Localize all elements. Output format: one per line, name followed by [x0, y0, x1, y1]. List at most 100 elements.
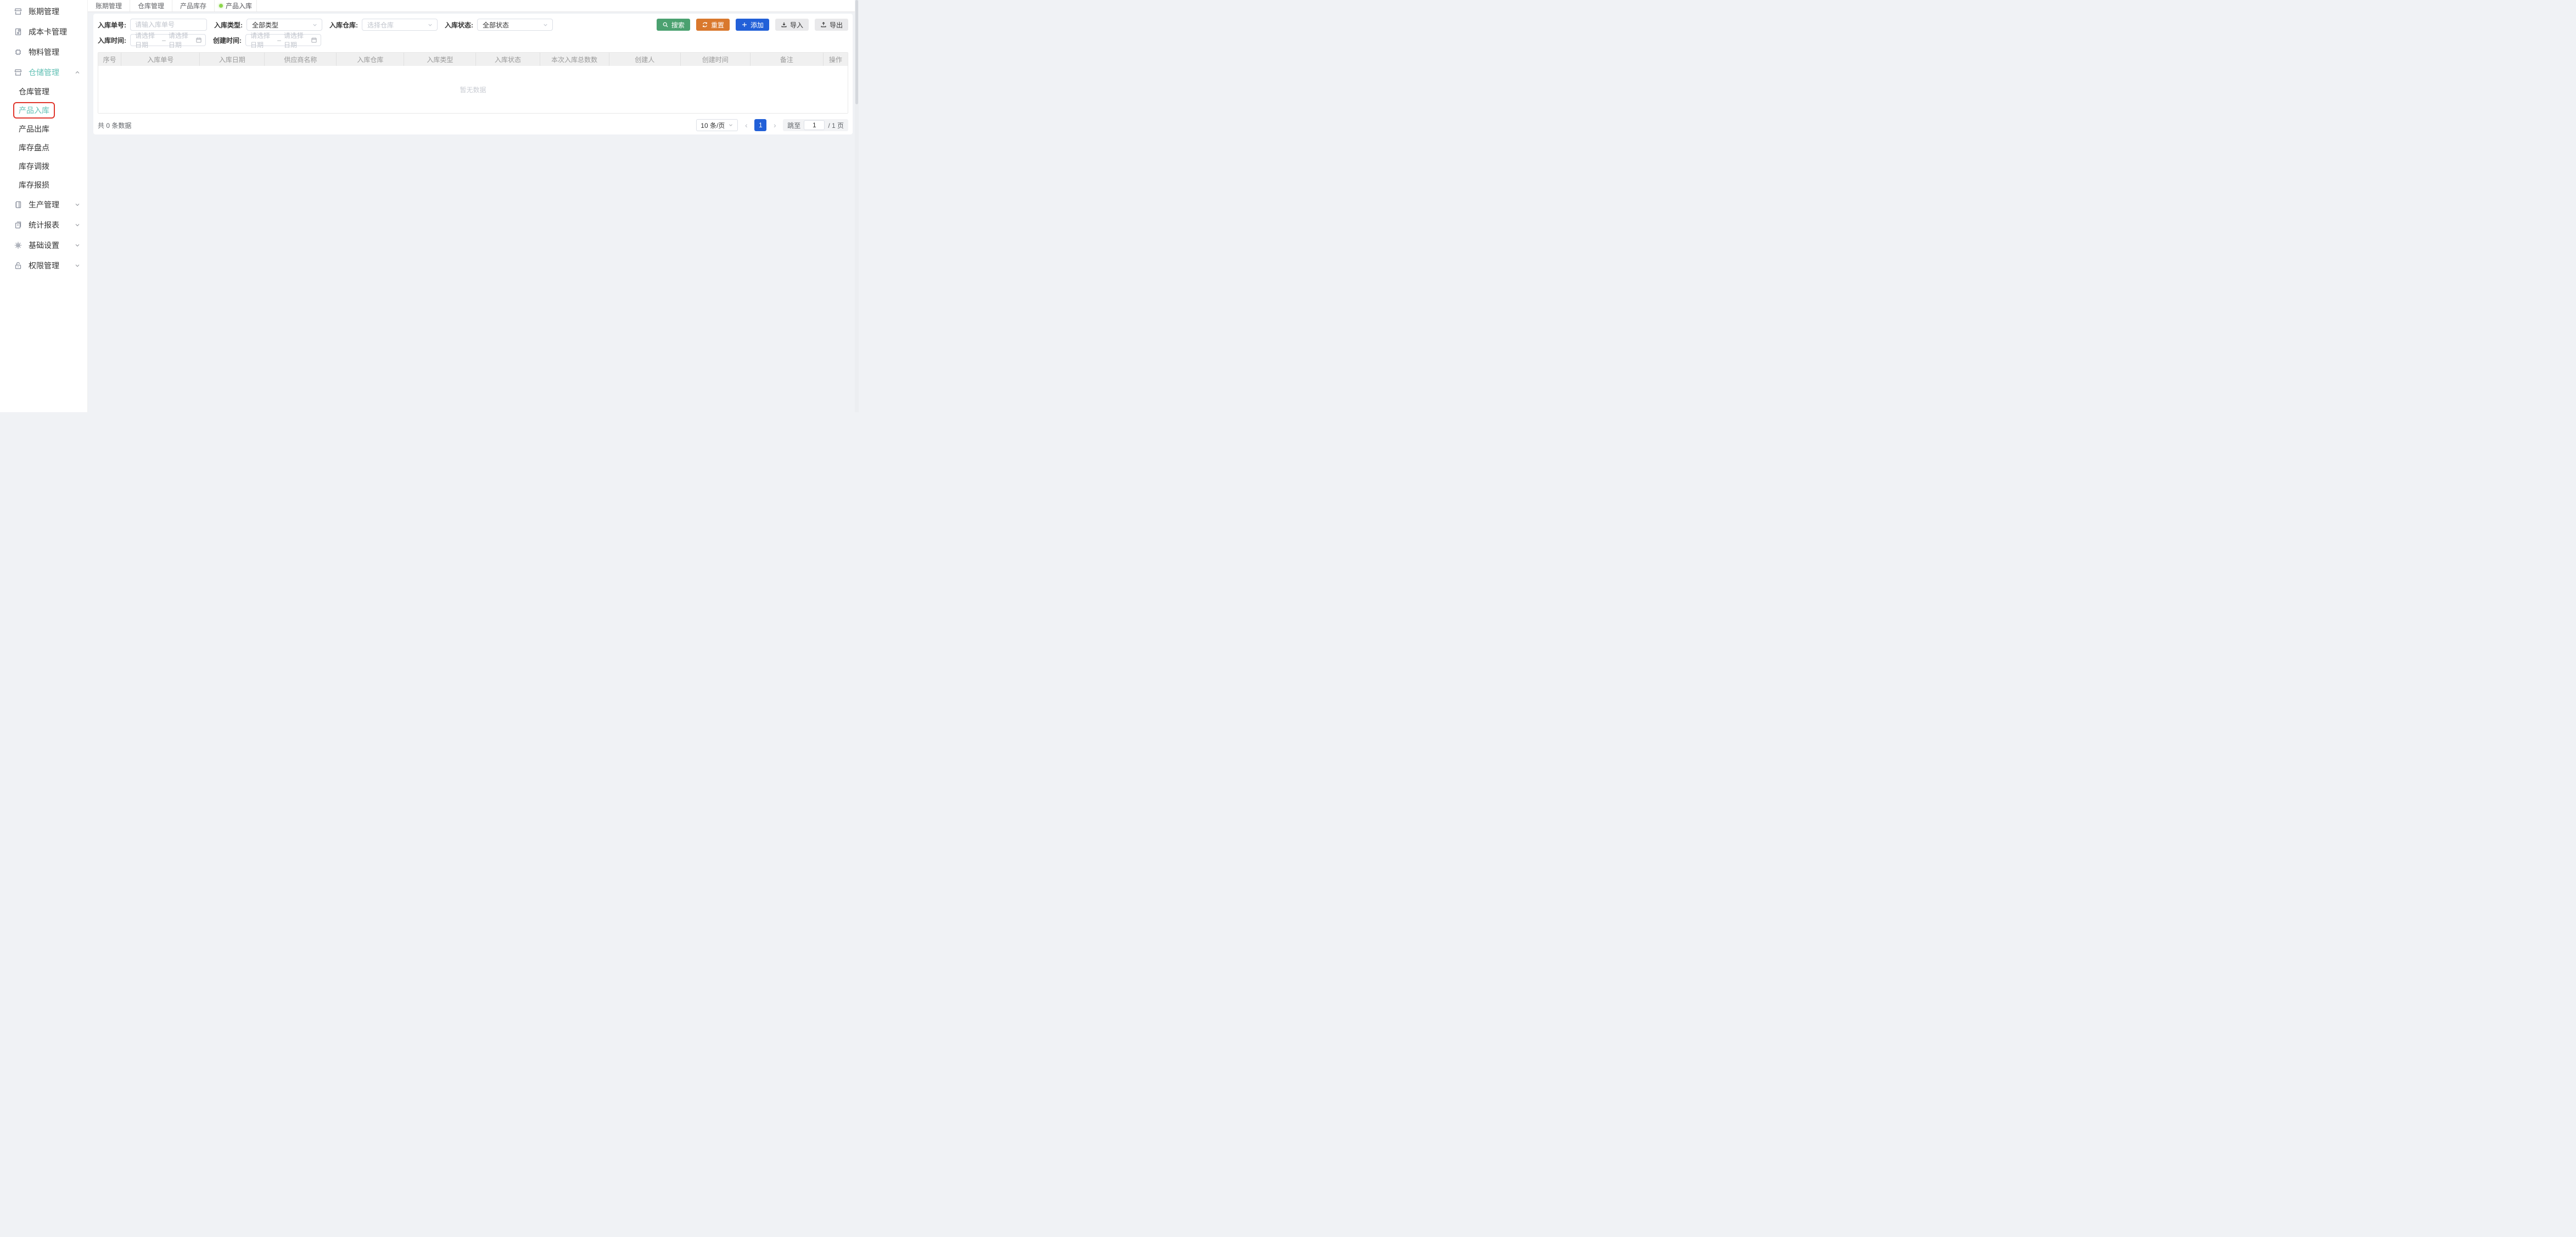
table-footer: 共 0 条数据 10 条/页 ‹ 1 › 跳至 / 1 页 — [98, 119, 848, 131]
import-button-label: 导入 — [790, 20, 803, 30]
col-total-qty: 本次入库总数数 — [540, 53, 609, 66]
col-type: 入库类型 — [404, 53, 476, 66]
inbound-status-select[interactable]: 全部状态 — [477, 19, 553, 31]
lock-icon — [14, 261, 23, 270]
page-jump: 跳至 / 1 页 — [783, 119, 848, 131]
chip-icon — [14, 48, 23, 57]
import-button[interactable]: 导入 — [775, 19, 809, 31]
inbound-time-range-picker[interactable]: 请选择日期 – 请选择日期 — [130, 34, 206, 46]
col-index: 序号 — [98, 53, 121, 66]
plus-icon — [741, 21, 748, 28]
chevron-down-icon — [427, 22, 433, 28]
col-status: 入库状态 — [476, 53, 540, 66]
sidebar-item-material[interactable]: 物料管理 — [0, 42, 87, 62]
tab-product-inbound[interactable]: 产品入库 — [215, 0, 257, 12]
chevron-down-icon — [542, 22, 548, 28]
sidebar-subitem-label: 库存调拨 — [19, 161, 49, 172]
col-remark: 备注 — [751, 53, 824, 66]
sidebar-item-label: 物料管理 — [29, 47, 81, 58]
notebook-icon — [14, 200, 23, 209]
sidebar-item-label: 基础设置 — [29, 240, 74, 251]
sidebar-subitem-label: 库存报损 — [19, 179, 49, 190]
inbound-warehouse-label: 入库仓库: — [329, 20, 358, 30]
sidebar-subitem-label: 产品出库 — [19, 123, 49, 134]
inbound-table: 序号 入库单号 入库日期 供应商名称 入库仓库 入库类型 入库状态 本次入库总数… — [98, 52, 848, 114]
sidebar-item-product-inbound[interactable]: 产品入库 — [0, 101, 87, 120]
scrollbar-thumb[interactable] — [855, 0, 858, 104]
sidebar-item-production[interactable]: 生产管理 — [0, 194, 87, 215]
page-size-select[interactable]: 10 条/页 — [696, 119, 738, 131]
sidebar-item-label: 权限管理 — [29, 260, 74, 271]
total-pages-text: / 1 页 — [828, 121, 844, 130]
sidebar-item-label: 仓储管理 — [29, 67, 74, 78]
col-create-time: 创建时间 — [681, 53, 751, 66]
toolbar: 搜索 重置 添加 导入 — [657, 19, 848, 31]
col-warehouse: 入库仓库 — [337, 53, 404, 66]
export-button[interactable]: 导出 — [815, 19, 848, 31]
inbound-type-label: 入库类型: — [214, 20, 243, 30]
sidebar-item-settings[interactable]: 基础设置 — [0, 235, 87, 255]
chevron-up-icon — [74, 69, 81, 76]
filter-row-2: 入库时间: 请选择日期 – 请选择日期 创建时间: 请选择日期 – 请选择日期 — [98, 34, 848, 46]
range-separator: – — [162, 36, 166, 44]
col-creator: 创建人 — [609, 53, 681, 66]
search-icon — [662, 21, 669, 28]
chevron-down-icon — [74, 242, 81, 249]
sidebar-item-product-outbound[interactable]: 产品出库 — [0, 120, 87, 138]
table-header-row: 序号 入库单号 入库日期 供应商名称 入库仓库 入库类型 入库状态 本次入库总数… — [98, 53, 848, 66]
sidebar-item-account-period[interactable]: 账期管理 — [0, 1, 87, 21]
filter-row-1: 入库单号: 入库类型: 全部类型 入库仓库: 选择仓库 入库状态: 全部状态 — [98, 19, 848, 31]
sidebar-item-stock-transfer[interactable]: 库存调拨 — [0, 157, 87, 176]
table-body: 暂无数据 — [98, 66, 848, 113]
tab-label: 仓库管理 — [138, 1, 164, 10]
range-start-placeholder: 请选择日期 — [135, 31, 159, 49]
tab-product-stock[interactable]: 产品库存 — [172, 0, 215, 12]
prev-page-button[interactable]: ‹ — [742, 121, 750, 130]
sidebar-item-warehouse-mgmt[interactable]: 仓储管理 — [0, 62, 87, 82]
sidebar-item-cost-card[interactable]: 成本卡管理 — [0, 21, 87, 42]
tab-account-period[interactable]: 账期管理 — [88, 0, 130, 12]
chevron-down-icon — [74, 222, 81, 228]
sidebar-item-warehouse[interactable]: 仓库管理 — [0, 82, 87, 101]
page-size-value: 10 条/页 — [701, 121, 725, 130]
search-button[interactable]: 搜索 — [657, 19, 690, 31]
inbound-type-select[interactable]: 全部类型 — [247, 19, 322, 31]
inbound-no-input[interactable] — [130, 19, 207, 31]
active-tab-dot-icon — [219, 4, 223, 8]
sidebar-item-stock-loss[interactable]: 库存报损 — [0, 176, 87, 194]
page-number-current[interactable]: 1 — [754, 119, 766, 131]
tab-bar: 账期管理 仓库管理 产品库存 产品入库 — [88, 0, 859, 12]
page-scrollbar[interactable] — [855, 0, 859, 412]
create-time-label: 创建时间: — [213, 36, 242, 45]
export-button-label: 导出 — [830, 20, 843, 30]
col-actions: 操作 — [824, 53, 848, 66]
range-end-placeholder: 请选择日期 — [169, 31, 193, 49]
export-icon — [820, 21, 827, 28]
inbound-time-label: 入库时间: — [98, 36, 126, 45]
pagination: 10 条/页 ‹ 1 › 跳至 / 1 页 — [696, 119, 848, 131]
shop-icon — [14, 7, 23, 16]
add-button[interactable]: 添加 — [736, 19, 769, 31]
sidebar-item-label: 账期管理 — [29, 6, 81, 17]
add-button-label: 添加 — [751, 20, 764, 30]
jump-page-input[interactable] — [804, 120, 825, 130]
inbound-warehouse-select[interactable]: 选择仓库 — [362, 19, 438, 31]
chevron-down-icon — [312, 22, 318, 28]
sidebar-item-stock-check[interactable]: 库存盘点 — [0, 138, 87, 157]
search-button-label: 搜索 — [671, 20, 685, 30]
sidebar-item-reports[interactable]: 统计报表 — [0, 215, 87, 235]
reset-button[interactable]: 重置 — [696, 19, 730, 31]
content-panel: 入库单号: 入库类型: 全部类型 入库仓库: 选择仓库 入库状态: 全部状态 — [93, 14, 853, 134]
tab-warehouse[interactable]: 仓库管理 — [130, 0, 172, 12]
create-time-range-picker[interactable]: 请选择日期 – 请选择日期 — [245, 34, 321, 46]
sidebar-item-permissions[interactable]: 权限管理 — [0, 255, 87, 275]
inbound-no-label: 入库单号: — [98, 20, 126, 30]
sidebar-item-label: 生产管理 — [29, 199, 74, 210]
calendar-icon — [311, 37, 317, 43]
sidebar-subitem-label: 产品入库 — [19, 105, 49, 116]
select-placeholder: 选择仓库 — [367, 20, 394, 30]
next-page-button[interactable]: › — [771, 121, 779, 130]
tab-label: 账期管理 — [96, 1, 122, 10]
sidebar-item-label: 统计报表 — [29, 220, 74, 230]
select-value: 全部状态 — [483, 20, 509, 30]
